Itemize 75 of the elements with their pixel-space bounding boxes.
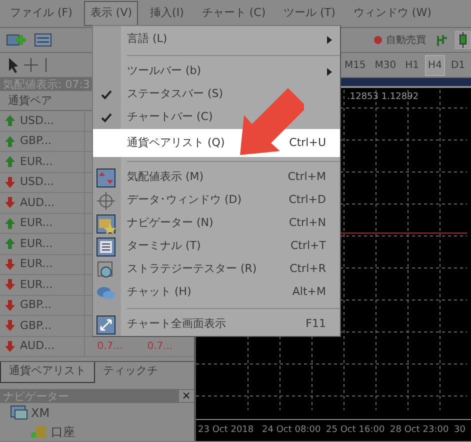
up-arrow-icon — [4, 237, 16, 250]
ask-price: 0.7... — [146, 340, 174, 354]
up-arrow-icon — [4, 216, 16, 230]
down-arrow-icon — [4, 298, 16, 312]
menu-item[interactable]: データ･ウィンドウ (D) Ctrl+D — [93, 189, 340, 212]
symbol-name: GBP... — [20, 297, 52, 313]
menu-item[interactable]: チャット (H) Alt+M — [93, 281, 340, 304]
auto-trading-button[interactable]: 自動売買 — [370, 30, 429, 50]
shortcut-text: Ctrl+U — [289, 134, 326, 151]
time-label: 30 — [454, 424, 466, 437]
timeframe-button[interactable]: M15 — [341, 54, 369, 76]
quotes-icon — [96, 168, 116, 188]
down-arrow-icon — [4, 278, 16, 292]
menu-item[interactable]: ストラテジーテスター (R) Ctrl+R — [93, 258, 340, 281]
symbol-name: AUD... — [20, 194, 55, 210]
shortcut-text: F11 — [306, 316, 326, 332]
time-label: 23 Oct 2018 — [198, 424, 255, 437]
down-arrow-icon — [4, 319, 16, 332]
menu-item[interactable]: 挿入(I) — [144, 1, 190, 26]
expand-icon — [96, 315, 116, 335]
symbol-name: EUR... — [20, 215, 53, 231]
up-arrow-icon — [4, 155, 16, 168]
menu-item[interactable]: 気配値表示 (M) Ctrl+M — [93, 166, 340, 189]
tree-item[interactable]: XM — [31, 404, 50, 422]
candlestick-icon — [455, 31, 471, 49]
symbol-name: USD... — [20, 174, 54, 190]
down-arrow-icon — [4, 196, 16, 210]
bar-chart-icon — [435, 32, 449, 48]
time-label: 28 Oct 23:00 — [390, 424, 450, 437]
list-window-icon — [96, 237, 116, 257]
symbol-name: AUD... — [20, 338, 55, 354]
panel-tab[interactable]: 通貨ペアリスト — [0, 362, 95, 383]
windows-icon — [10, 404, 28, 420]
shortcut-text: Alt+M — [292, 284, 326, 300]
crosshair-icon — [96, 191, 116, 211]
timeframe-button[interactable]: H4 — [425, 54, 445, 76]
menu-item[interactable]: チャート全画面表示 F11 — [93, 313, 340, 336]
new-chart-icon — [6, 33, 28, 47]
up-arrow-icon — [4, 134, 16, 148]
down-arrow-icon — [4, 340, 16, 353]
symbol-name: EUR... — [20, 256, 53, 272]
menu-item[interactable]: 言語 (L) — [93, 28, 340, 51]
panel-tab[interactable]: ティックチ — [95, 362, 166, 383]
menu-item[interactable]: ファイル (F) — [4, 1, 78, 26]
price-label: .12853 1.12892 — [347, 91, 419, 104]
symbol-name: EUR... — [20, 236, 53, 252]
down-arrow-icon — [4, 176, 16, 189]
menu-item[interactable]: ツール (T) — [278, 1, 342, 26]
time-label: 25 Oct 16:00 — [326, 424, 386, 437]
cursor-icon — [6, 57, 20, 73]
menu-item[interactable]: ウィンドウ (W) — [347, 1, 438, 26]
up-arrow-icon — [4, 114, 16, 128]
symbol-name: EUR... — [20, 154, 53, 170]
menu-item[interactable]: 表示 (V) — [84, 1, 138, 26]
down-arrow-icon — [4, 258, 16, 271]
timeframe-button[interactable]: H1 — [402, 54, 422, 76]
menu-item[interactable]: ターミナル (T) Ctrl+T — [93, 235, 340, 258]
shortcut-text: Ctrl+N — [288, 215, 326, 232]
symbol-name: USD... — [20, 112, 54, 128]
shortcut-text: Ctrl+M — [288, 169, 326, 186]
bid-price: 0.7... — [96, 340, 124, 354]
crosshair-icon — [23, 57, 39, 73]
timeframe-button[interactable]: M30 — [372, 54, 400, 76]
shortcut-text: Ctrl+R — [290, 261, 326, 278]
symbol-name: EUR... — [20, 276, 53, 292]
symbol-name: GBP... — [20, 133, 52, 149]
tree-item[interactable]: 口座 — [51, 422, 75, 440]
menu-item[interactable]: チャート (C) — [196, 1, 272, 26]
symbol-name: GBP... — [20, 318, 52, 334]
close-button[interactable]: × — [178, 390, 194, 402]
shortcut-text: Ctrl+D — [288, 192, 326, 208]
shortcut-text: Ctrl+T — [290, 238, 326, 254]
time-label: 24 Oct 08:00 — [262, 424, 322, 437]
timeframe-button[interactable]: D1 — [448, 54, 468, 76]
menu-item[interactable]: ナビゲーター (N) Ctrl+N — [93, 212, 340, 235]
